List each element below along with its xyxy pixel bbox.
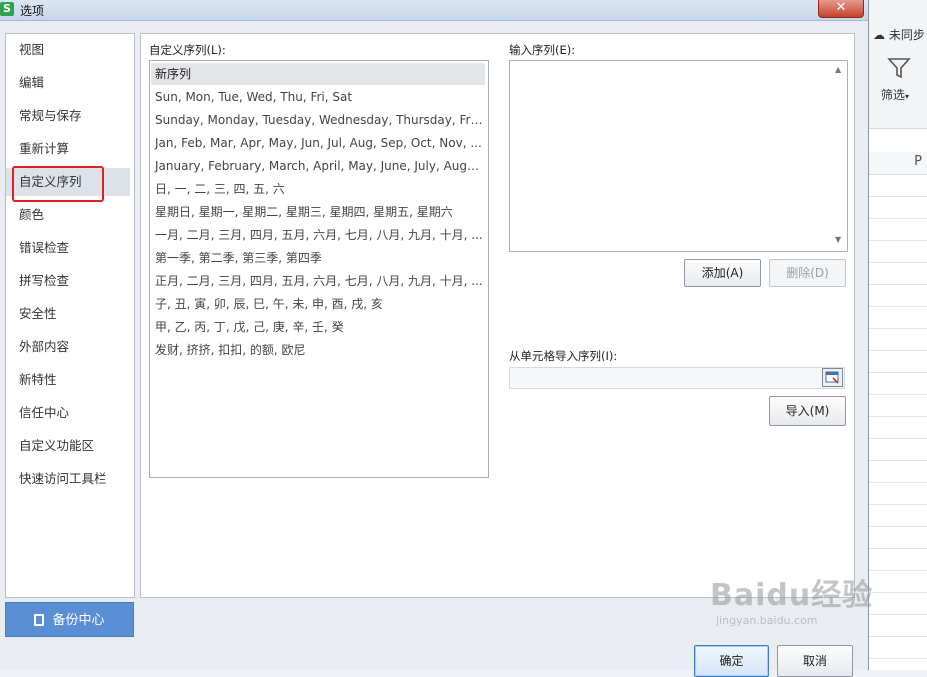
- nav-item-view[interactable]: 视图: [6, 36, 130, 64]
- nav-item-external-content[interactable]: 外部内容: [6, 333, 130, 361]
- grid-line: [869, 438, 927, 439]
- list-item[interactable]: January, February, March, April, May, Ju…: [151, 155, 485, 177]
- watermark-brand: Baidu经验: [710, 578, 874, 613]
- grid-line: [869, 614, 927, 615]
- column-letter: P: [914, 154, 922, 169]
- nav-item-customize-ribbon[interactable]: 自定义功能区: [6, 432, 130, 460]
- nav-item-recalculate[interactable]: 重新计算: [6, 135, 130, 163]
- cancel-button[interactable]: 取消: [777, 645, 853, 677]
- list-item[interactable]: 一月, 二月, 三月, 四月, 五月, 六月, 七月, 八月, 九月, 十月, …: [151, 224, 485, 246]
- input-list-label: 输入序列(E):: [509, 43, 576, 57]
- list-item[interactable]: 星期日, 星期一, 星期二, 星期三, 星期四, 星期五, 星期六: [151, 201, 485, 223]
- custom-lists-label: 自定义序列(L):: [149, 43, 226, 57]
- grid-line: [869, 658, 927, 659]
- filter-label[interactable]: 筛选▾: [881, 86, 909, 103]
- custom-lists-panel: 自定义序列(L): 新序列 Sun, Mon, Tue, Wed, Thu, F…: [140, 33, 855, 598]
- nav-item-error-checking[interactable]: 错误检查: [6, 234, 130, 262]
- grid-line: [869, 548, 927, 549]
- nav-item-security[interactable]: 安全性: [6, 300, 130, 328]
- baidu-watermark: Baidu经验 jingyan.baidu.com: [710, 570, 874, 627]
- grid-line: [869, 482, 927, 483]
- nav-item-new-features[interactable]: 新特性: [6, 366, 130, 394]
- grid-line: [869, 394, 927, 395]
- input-list-textarea[interactable]: ▲ ▼: [509, 60, 848, 252]
- watermark-url: jingyan.baidu.com: [716, 614, 818, 627]
- range-picker-button[interactable]: [822, 368, 843, 387]
- app-logo-icon: S: [0, 2, 14, 16]
- scroll-down-icon[interactable]: ▼: [835, 235, 841, 244]
- backup-center-label: 备份中心: [52, 613, 105, 628]
- background-app: ☁ 未同步 筛选▾ P: [868, 0, 927, 670]
- sync-status-label: 未同步: [888, 28, 925, 42]
- grid-line: [869, 372, 927, 373]
- import-range-field[interactable]: [509, 367, 845, 389]
- nav-item-trust-center[interactable]: 信任中心: [6, 399, 130, 427]
- grid-line: [869, 218, 927, 219]
- options-nav: 视图 编辑 常规与保存 重新计算 自定义序列 颜色 错误检查 拼写检查 安全性 …: [5, 33, 135, 598]
- grid-line: [869, 570, 927, 571]
- custom-lists-listbox[interactable]: 新序列 Sun, Mon, Tue, Wed, Thu, Fri, Sat Su…: [149, 60, 489, 478]
- list-item[interactable]: Sunday, Monday, Tuesday, Wednesday, Thur…: [151, 109, 485, 131]
- add-button[interactable]: 添加(A): [684, 259, 761, 287]
- import-label: 从单元格导入序列(I):: [509, 349, 618, 363]
- nav-item-general-save[interactable]: 常规与保存: [6, 102, 130, 130]
- grid-line: [869, 592, 927, 593]
- list-item[interactable]: Jan, Feb, Mar, Apr, May, Jun, Jul, Aug, …: [151, 132, 485, 154]
- grid-line: [869, 526, 927, 527]
- list-item[interactable]: 日, 一, 二, 三, 四, 五, 六: [151, 178, 485, 200]
- nav-item-spell-check[interactable]: 拼写检查: [6, 267, 130, 295]
- import-button[interactable]: 导入(M): [769, 396, 846, 426]
- grid-line: [869, 306, 927, 307]
- list-item[interactable]: 甲, 乙, 丙, 丁, 戊, 己, 庚, 辛, 壬, 癸: [151, 316, 485, 338]
- list-item[interactable]: 发财, 挤挤, 扣扣, 的额, 欧尼: [151, 339, 485, 361]
- sync-status[interactable]: ☁ 未同步: [873, 26, 925, 43]
- ok-button[interactable]: 确定: [694, 645, 769, 677]
- cloud-icon: ☁: [873, 28, 885, 42]
- chevron-down-icon: ▾: [905, 92, 910, 101]
- nav-item-quick-access-toolbar[interactable]: 快速访问工具栏: [6, 465, 130, 493]
- grid-line: [869, 460, 927, 461]
- grid-line: [869, 262, 927, 263]
- grid-line: [869, 328, 927, 329]
- list-item[interactable]: 正月, 二月, 三月, 四月, 五月, 六月, 七月, 八月, 九月, 十月, …: [151, 270, 485, 292]
- scroll-up-icon[interactable]: ▲: [835, 65, 841, 74]
- range-select-icon: [825, 371, 839, 384]
- grid-line: [869, 636, 927, 637]
- grid-line: [869, 196, 927, 197]
- grid-line: [869, 350, 927, 351]
- dialog-title: 选项: [20, 4, 45, 18]
- list-item[interactable]: 第一季, 第二季, 第三季, 第四季: [151, 247, 485, 269]
- grid-line: [869, 240, 927, 241]
- grid-line: [869, 416, 927, 417]
- backup-center-button[interactable]: 备份中心: [5, 602, 134, 637]
- nav-item-edit[interactable]: 编辑: [6, 69, 130, 97]
- highlight-annotation: [12, 166, 104, 202]
- nav-item-colors[interactable]: 颜色: [6, 201, 130, 229]
- list-item[interactable]: 子, 丑, 寅, 卯, 辰, 巳, 午, 未, 申, 酉, 戌, 亥: [151, 293, 485, 315]
- filter-icon[interactable]: [887, 56, 911, 80]
- close-button[interactable]: ✕: [818, 0, 864, 18]
- list-item[interactable]: 新序列: [151, 63, 485, 85]
- list-item[interactable]: Sun, Mon, Tue, Wed, Thu, Fri, Sat: [151, 86, 485, 108]
- grid-line: [869, 504, 927, 505]
- grid-line: [869, 284, 927, 285]
- delete-button[interactable]: 删除(D): [769, 259, 846, 287]
- title-bar[interactable]: S 选项 ✕: [0, 0, 868, 21]
- background-toolbar: ☁ 未同步 筛选▾: [869, 0, 927, 129]
- backup-icon: [34, 614, 45, 626]
- column-header[interactable]: P: [869, 152, 927, 175]
